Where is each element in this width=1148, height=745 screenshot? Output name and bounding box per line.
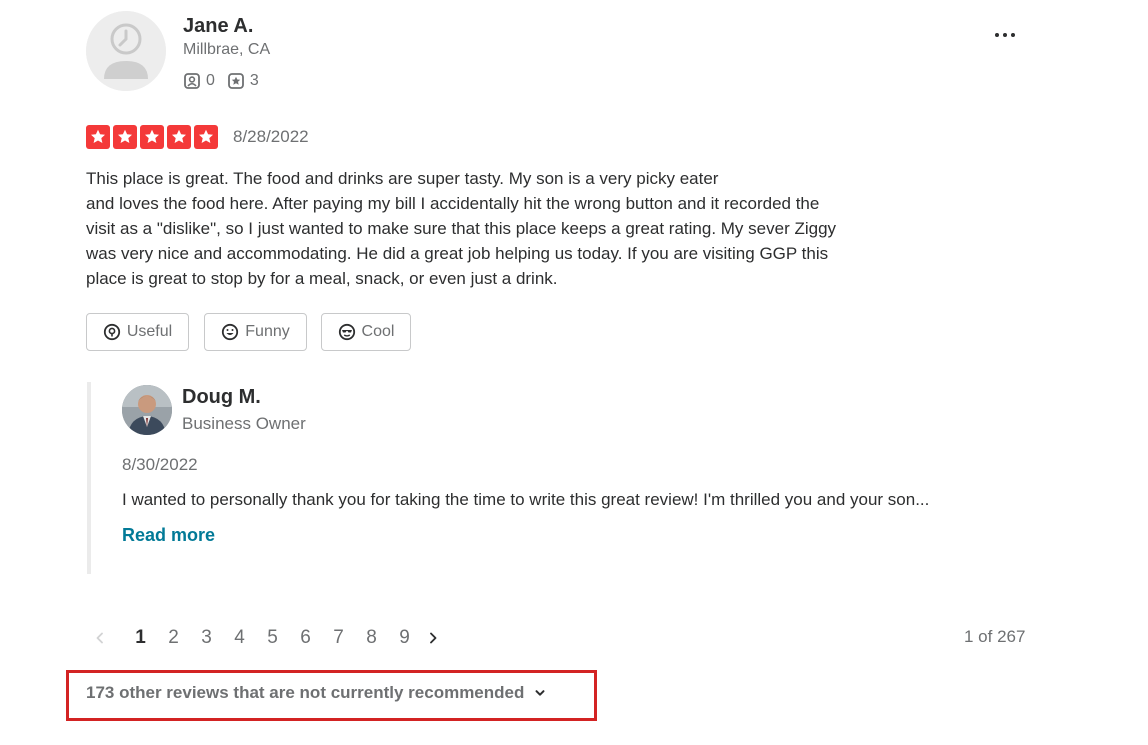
previous-page-button[interactable]: [92, 625, 108, 651]
owner-photo: [122, 385, 172, 435]
funny-label: Funny: [245, 323, 290, 340]
useful-label: Useful: [126, 323, 173, 340]
page-4-link[interactable]: 4: [223, 627, 256, 649]
more-options-button[interactable]: [988, 24, 1022, 46]
friends-count: 0: [206, 72, 215, 89]
friends-icon: [184, 73, 200, 89]
pagination: 123456789: [92, 625, 441, 651]
page-9-link[interactable]: 9: [388, 627, 421, 649]
review-text-line: place is great to stop by for a meal, sn…: [86, 269, 558, 288]
star-icon: [86, 125, 110, 149]
page-number-list: 123456789: [124, 627, 421, 649]
reviewer-location: Millbrae, CA: [183, 41, 271, 58]
review-text-line: visit as a "dislike", so I just wanted t…: [86, 219, 837, 238]
more-dot: [1003, 33, 1007, 37]
not-recommended-reviews-toggle[interactable]: 173 other reviews that are not currently…: [86, 683, 546, 703]
owner-reply-divider: [87, 382, 91, 574]
sunglasses-icon: [338, 323, 355, 341]
review-date: 8/28/2022: [233, 127, 309, 146]
page-2-link[interactable]: 2: [157, 627, 190, 649]
page-3-link[interactable]: 3: [190, 627, 223, 649]
review-text-line: was very nice and accommodating. He did …: [86, 244, 829, 263]
chevron-right-icon: [430, 632, 437, 644]
useful-button[interactable]: Useful: [86, 313, 189, 351]
not-recommended-label: 173 other reviews that are not currently…: [86, 683, 525, 702]
cool-button[interactable]: Cool: [321, 313, 411, 351]
reviewer-stats: 0 3: [183, 72, 271, 90]
smiley-icon: [222, 323, 239, 341]
default-user-icon: [86, 11, 166, 91]
next-page-button[interactable]: [425, 625, 441, 651]
star-icon: [113, 125, 137, 149]
owner-role: Business Owner: [182, 414, 306, 433]
review-text-line: This place is great. The food and drinks…: [86, 169, 719, 188]
read-more-link[interactable]: Read more: [122, 525, 215, 546]
chevron-left-icon: [96, 632, 103, 644]
star-icon: [194, 125, 218, 149]
reviewer-avatar[interactable]: [86, 11, 166, 91]
owner-reply-text: I wanted to personally thank you for tak…: [122, 490, 930, 509]
funny-button[interactable]: Funny: [204, 313, 307, 351]
review-text: This place is great. The food and drinks…: [86, 166, 916, 291]
star-icon: [167, 125, 191, 149]
chevron-down-icon: [535, 690, 545, 696]
star-rating: [86, 125, 218, 149]
reviews-count: 3: [249, 72, 259, 89]
star-icon: [140, 125, 164, 149]
owner-avatar[interactable]: [122, 385, 172, 435]
page-8-link[interactable]: 8: [355, 627, 388, 649]
review-count-icon: [228, 73, 244, 89]
review-text-line: and loves the food here. After paying my…: [86, 194, 820, 213]
cool-label: Cool: [361, 323, 395, 340]
owner-reply-date: 8/30/2022: [122, 455, 198, 474]
reviewer-name[interactable]: Jane A.: [183, 15, 253, 38]
page-7-link[interactable]: 7: [322, 627, 355, 649]
page-6-link[interactable]: 6: [289, 627, 322, 649]
page-count: 1 of 267: [964, 627, 1026, 646]
page-5-link[interactable]: 5: [256, 627, 289, 649]
more-dots-icon: [995, 33, 999, 37]
owner-name: Doug M.: [182, 386, 261, 408]
page-1-link[interactable]: 1: [124, 627, 157, 649]
more-dot: [1011, 33, 1015, 37]
lightbulb-icon: [103, 323, 120, 341]
